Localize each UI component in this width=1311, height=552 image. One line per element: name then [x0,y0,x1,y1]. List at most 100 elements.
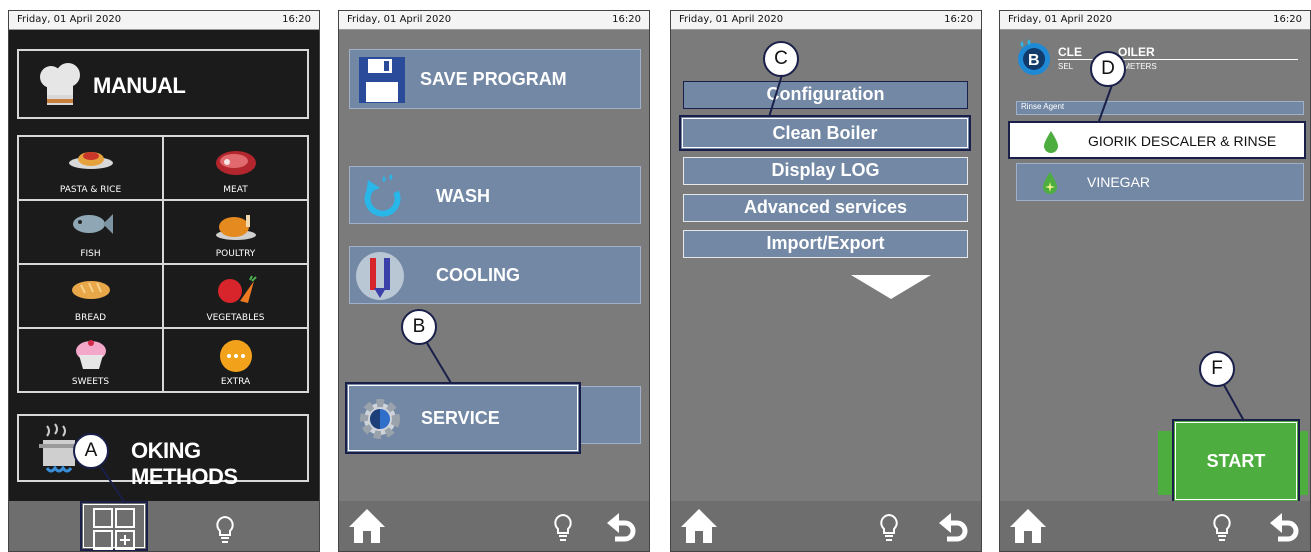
cooling-icon [356,252,404,300]
category-label: PASTA & RICE [59,185,122,195]
service-button[interactable]: SERVICE [345,382,581,454]
callout-d-leader [1098,84,1113,122]
option-giorik-descaler[interactable]: GIORIK DESCALER & RINSE [1008,121,1306,159]
cooling-button[interactable]: COOLING [349,246,641,304]
menu-advanced-services[interactable]: Advanced services [683,194,968,222]
back-arrow-icon[interactable] [607,511,639,545]
back-arrow-icon[interactable] [1270,511,1302,545]
wash-icon [364,174,401,217]
pasta-icon [68,152,113,169]
category-label: EXTRA [220,377,251,387]
floppy-disk-icon [359,57,405,103]
manual-button[interactable]: MANUAL [17,49,309,119]
grid-plus-button[interactable] [80,501,148,551]
scroll-down-arrow-icon[interactable] [851,275,931,299]
start-button[interactable]: START [1172,419,1300,503]
status-date: Friday, 01 April 2020 [17,14,122,25]
sweets-icon [75,340,106,369]
callout-a: A [73,433,109,469]
category-vegetables[interactable]: VEGETABLES [163,264,308,328]
category-label: POULTRY [215,249,256,259]
home-icon[interactable] [679,507,719,545]
lightbulb-icon[interactable] [878,513,900,543]
gear-icon [360,399,400,439]
meat-icon [215,151,256,175]
callout-b: B [401,309,437,345]
cooking-methods-label: OKING METHODS [131,438,238,489]
rinse-agent-label: Rinse Agent [1021,102,1065,111]
category-label: MEAT [223,185,248,195]
callout-c-leader [768,74,783,118]
save-program-button[interactable]: SAVE PROGRAM [349,49,641,109]
lightbulb-icon[interactable] [552,513,574,543]
extra-icon [219,340,252,372]
programs-screen: Friday, 01 April 2020 16:20 SAVE PROGRAM… [338,10,650,552]
menu-import-export[interactable]: Import/Export [683,230,968,258]
rinse-agent-header: Rinse Agent [1016,101,1304,115]
lightbulb-icon[interactable] [214,515,236,545]
callout-f-leader [1223,384,1245,422]
category-fish[interactable]: FISH [18,200,163,264]
screen-subtitle-left: SEL [1058,62,1074,71]
status-time: 16:20 [1273,14,1302,25]
status-date: Friday, 01 April 2020 [347,14,452,25]
chef-hat-icon [40,63,80,105]
screen-title-right: OILER [1118,45,1155,59]
bottom-bar [1000,501,1310,551]
drop-icon [1044,131,1058,153]
back-arrow-icon[interactable] [939,511,971,545]
poultry-icon [215,215,256,240]
status-time: 16:20 [612,14,641,25]
home-icon[interactable] [347,507,387,545]
callout-a-leader [100,466,126,504]
manual-screen: Friday, 01 April 2020 16:20 MANUAL PASTA… [8,10,320,552]
callout-d: D [1090,51,1126,87]
callout-c: C [763,41,799,77]
menu-display-log[interactable]: Display LOG [683,157,968,185]
category-sweets[interactable]: SWEETS [18,328,163,392]
status-time: 16:20 [944,14,973,25]
bread-icon [71,281,110,299]
screen-title-left: CLE [1058,45,1082,59]
status-bar: Friday, 01 April 2020 16:20 [339,11,649,30]
category-label: FISH [80,249,101,259]
manual-label: MANUAL [93,73,186,98]
service-label: SERVICE [421,408,500,428]
category-poultry[interactable]: POULTRY [163,200,308,264]
menu-configuration[interactable]: Configuration [683,81,968,109]
menu-clean-boiler[interactable]: Clean Boiler [679,115,971,151]
option-vinegar[interactable]: VINEGAR [1016,163,1304,201]
callout-f: F [1199,351,1235,387]
status-bar: Friday, 01 April 2020 16:20 [1000,11,1310,30]
category-label: VEGETABLES [206,313,265,323]
category-label: SWEETS [71,377,110,387]
status-time: 16:20 [282,14,311,25]
wash-button[interactable]: WASH [349,166,641,224]
vegetables-icon [217,275,257,303]
category-grid: PASTA & RICE MEAT FISH POULTRY BREAD VEG… [17,135,309,393]
service-menu-screen: Friday, 01 April 2020 16:20 Configuratio… [670,10,982,552]
grid-plus-icon [93,508,135,550]
category-extra[interactable]: EXTRA [163,328,308,392]
category-bread[interactable]: BREAD [18,264,163,328]
lightbulb-icon[interactable] [1211,513,1233,543]
option-vinegar-label: VINEGAR [1087,174,1151,190]
status-bar: Friday, 01 April 2020 16:20 [671,11,981,30]
option-giorik-label: GIORIK DESCALER & RINSE [1088,133,1277,149]
drop-sparkle-icon [1043,172,1057,194]
cooking-methods-button[interactable]: OKING METHODS [17,414,309,489]
category-pasta-rice[interactable]: PASTA & RICE [18,136,163,200]
wash-label: WASH [436,186,490,206]
category-meat[interactable]: MEAT [163,136,308,200]
bottom-bar [671,501,981,551]
fish-icon [72,214,113,234]
home-icon[interactable] [1008,507,1048,545]
status-date: Friday, 01 April 2020 [1008,14,1113,25]
save-program-label: SAVE PROGRAM [420,69,567,89]
status-bar: Friday, 01 April 2020 16:20 [9,11,319,30]
category-label: BREAD [74,313,107,323]
clean-boiler-screen: Friday, 01 April 2020 16:20 B CLE OILER … [999,10,1311,552]
boiler-logo-icon: B [1018,39,1050,75]
screen-title: CLE OILER [1058,45,1155,59]
start-label: START [1206,451,1266,471]
